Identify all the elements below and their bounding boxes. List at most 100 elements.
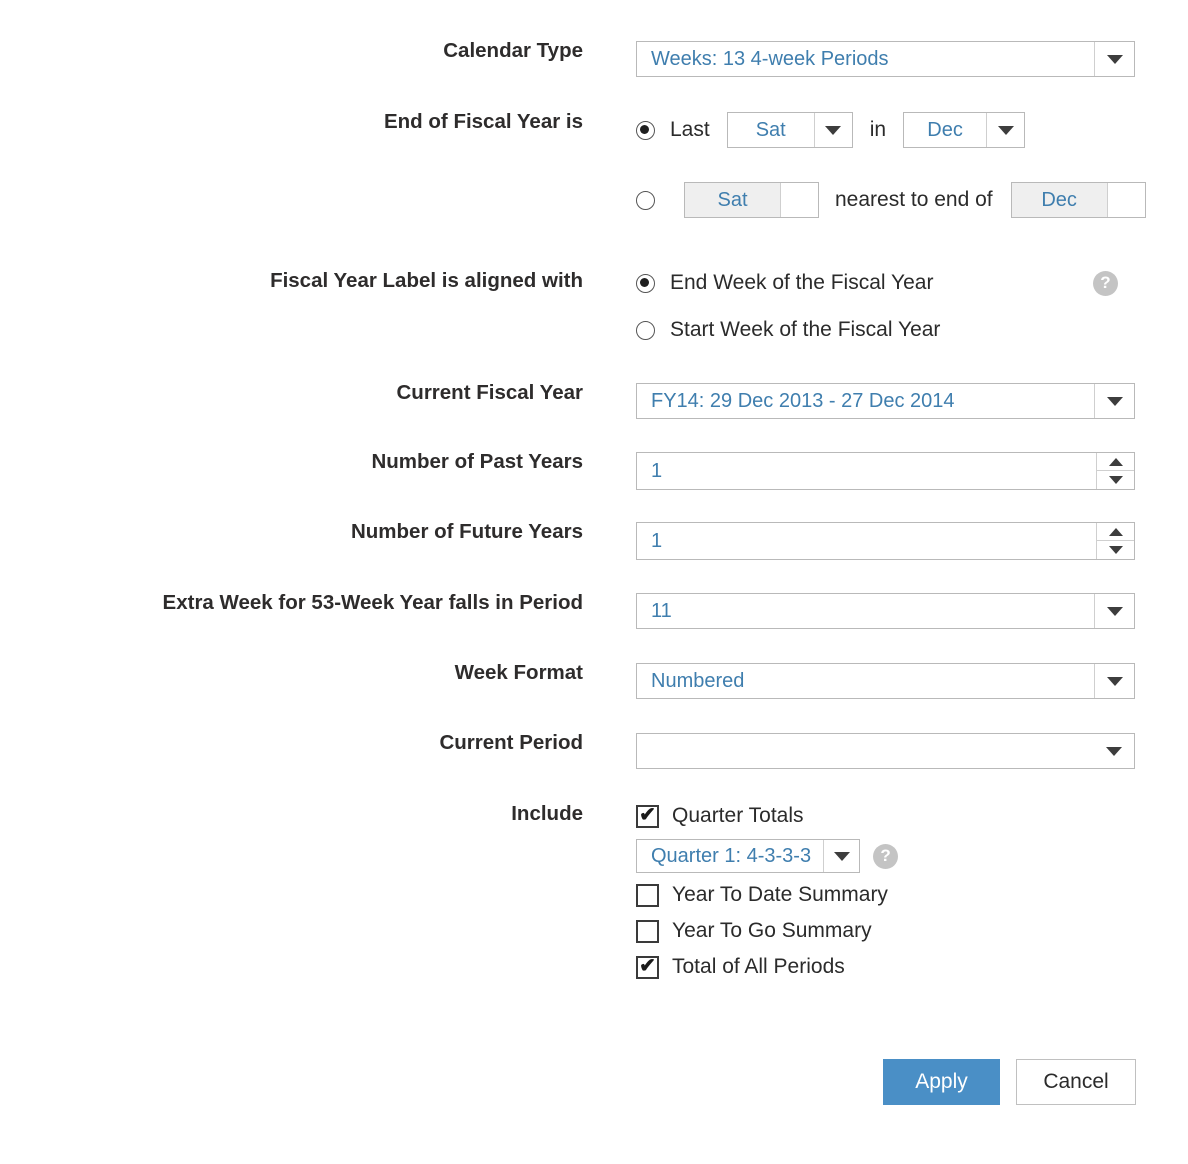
future-years-stepper-buttons[interactable] xyxy=(1096,523,1134,559)
field-week-format: Numbered xyxy=(583,663,1188,699)
field-calendar-type: Weeks: 13 4-week Periods xyxy=(583,41,1188,77)
chevron-down-icon-disabled xyxy=(1106,183,1145,217)
row-calendar-type: Calendar Type Weeks: 13 4-week Periods xyxy=(0,39,1188,77)
calendar-type-select[interactable]: Weeks: 13 4-week Periods xyxy=(636,41,1135,77)
extra-week-value: 11 xyxy=(651,599,672,622)
label-year-to-date: Year To Date Summary xyxy=(672,883,888,906)
chevron-down-icon[interactable] xyxy=(1094,594,1134,628)
label-quarter-totals: Quarter Totals xyxy=(672,804,804,827)
quarter-pattern-value: Quarter 1: 4-3-3-3 xyxy=(651,844,812,867)
cancel-button[interactable]: Cancel xyxy=(1016,1059,1136,1105)
check-tick-icon: ✔ xyxy=(639,804,656,826)
row-include: Include ✔ Quarter Totals Quarter 1: 4-3-… xyxy=(0,802,1188,979)
include-quarter-totals-row: ✔ Quarter Totals xyxy=(636,804,1188,828)
row-end-of-fiscal-year-nearest: Sat nearest to end of Dec xyxy=(636,182,1146,218)
help-icon-quarter-pattern[interactable]: ? xyxy=(873,843,899,869)
eofy-last-weekday-select[interactable]: Sat xyxy=(726,112,853,148)
include-total-all-periods-row: ✔ Total of All Periods xyxy=(636,955,1188,979)
checkbox-quarter-totals[interactable]: ✔ xyxy=(636,804,659,828)
checkbox-year-to-go[interactable] xyxy=(636,919,659,943)
chevron-down-icon-disabled xyxy=(780,183,818,217)
label-extra-week: Extra Week for 53-Week Year falls in Per… xyxy=(162,591,583,614)
label-end-of-fiscal-year: End of Fiscal Year is xyxy=(383,110,583,133)
include-year-to-go-row: Year To Go Summary xyxy=(636,919,1188,943)
radio-fy-start-week-label: Start Week of the Fiscal Year xyxy=(670,318,941,341)
chevron-down-icon[interactable] xyxy=(1094,664,1134,698)
eofy-last-weekday-value: Sat xyxy=(755,118,786,141)
row-end-of-fiscal-year: End of Fiscal Year is Last Sat in Dec xyxy=(0,110,1188,148)
eofy-nearest-month-value: Dec xyxy=(1011,183,1107,217)
chevron-down-icon[interactable] xyxy=(813,113,852,147)
current-fiscal-year-select[interactable]: FY14: 29 Dec 2013 - 27 Dec 2014 xyxy=(636,383,1135,419)
calendar-type-value: Weeks: 13 4-week Periods xyxy=(651,47,889,70)
stepper-up-icon[interactable] xyxy=(1097,523,1134,541)
label-current-fiscal-year: Current Fiscal Year xyxy=(396,381,584,404)
eofy-nearest-weekday-select[interactable]: Sat xyxy=(684,182,819,218)
field-extra-week: 11 xyxy=(583,593,1188,629)
row-week-format: Week Format Numbered xyxy=(0,661,1188,699)
radio-fy-end-week[interactable] xyxy=(636,273,655,293)
row-number-of-past-years: Number of Past Years 1 xyxy=(0,450,1188,490)
radio-eofy-nearest[interactable] xyxy=(636,190,655,210)
label-number-of-past-years: Number of Past Years xyxy=(371,450,583,473)
current-period-value xyxy=(637,734,1094,768)
stepper-up-icon[interactable] xyxy=(1097,453,1134,471)
week-format-value: Numbered xyxy=(651,669,745,692)
chevron-down-icon[interactable] xyxy=(1094,734,1134,768)
label-calendar-type: Calendar Type xyxy=(443,39,583,62)
stepper-down-icon[interactable] xyxy=(1097,471,1134,489)
include-quarter-pattern-row: Quarter 1: 4-3-3-3 ? xyxy=(636,839,1188,873)
help-icon-fiscal-year-label[interactable]: ? xyxy=(1093,270,1118,296)
future-years-value[interactable]: 1 xyxy=(637,523,1096,559)
current-period-select[interactable] xyxy=(636,733,1135,769)
row-extra-week: Extra Week for 53-Week Year falls in Per… xyxy=(0,591,1188,629)
checkbox-total-all-periods[interactable]: ✔ xyxy=(636,955,659,979)
eofy-nearest-middle-text: nearest to end of xyxy=(835,188,993,211)
radio-fy-start-week[interactable] xyxy=(636,320,655,340)
field-fiscal-year-label: End Week of the Fiscal Year ? xyxy=(583,270,1188,296)
eofy-nearest-month-select[interactable]: Dec xyxy=(1010,182,1146,218)
label-total-all-periods: Total of All Periods xyxy=(672,955,845,978)
eofy-last-month-select[interactable]: Dec xyxy=(903,112,1026,148)
row-fiscal-year-label-start: Start Week of the Fiscal Year xyxy=(636,318,940,342)
field-end-of-fiscal-year-last: Last Sat in Dec xyxy=(583,112,1188,148)
radio-eofy-last[interactable] xyxy=(636,120,655,140)
field-number-of-past-years: 1 xyxy=(583,452,1188,490)
apply-button[interactable]: Apply xyxy=(883,1059,1000,1105)
field-current-fiscal-year: FY14: 29 Dec 2013 - 27 Dec 2014 xyxy=(583,383,1188,419)
chevron-down-icon[interactable] xyxy=(986,113,1024,147)
eofy-last-joiner: in xyxy=(869,118,887,141)
label-include: Include xyxy=(511,802,583,825)
label-current-period: Current Period xyxy=(439,731,583,754)
chevron-down-icon[interactable] xyxy=(823,840,859,872)
label-fiscal-year-label: Fiscal Year Label is aligned with xyxy=(270,269,583,292)
row-fiscal-year-label: Fiscal Year Label is aligned with End We… xyxy=(0,269,1188,296)
eofy-last-prefix: Last xyxy=(670,118,710,141)
field-number-of-future-years: 1 xyxy=(583,522,1188,560)
field-include: ✔ Quarter Totals Quarter 1: 4-3-3-3 ? Ye… xyxy=(583,804,1188,979)
row-current-fiscal-year: Current Fiscal Year FY14: 29 Dec 2013 - … xyxy=(0,381,1188,419)
chevron-down-icon[interactable] xyxy=(1094,384,1134,418)
chevron-down-icon[interactable] xyxy=(1094,42,1134,76)
past-years-stepper[interactable]: 1 xyxy=(636,452,1135,490)
row-current-period: Current Period xyxy=(0,731,1188,769)
radio-fy-end-week-label: End Week of the Fiscal Year xyxy=(670,271,934,294)
week-format-select[interactable]: Numbered xyxy=(636,663,1135,699)
include-year-to-date-row: Year To Date Summary xyxy=(636,883,1188,907)
checkbox-year-to-date[interactable] xyxy=(636,883,659,907)
label-week-format: Week Format xyxy=(454,661,583,684)
label-year-to-go: Year To Go Summary xyxy=(672,919,872,942)
row-number-of-future-years: Number of Future Years 1 xyxy=(0,520,1188,560)
stepper-down-icon[interactable] xyxy=(1097,541,1134,559)
label-number-of-future-years: Number of Future Years xyxy=(350,520,583,543)
current-fiscal-year-value: FY14: 29 Dec 2013 - 27 Dec 2014 xyxy=(651,389,955,412)
eofy-nearest-weekday-value: Sat xyxy=(685,183,780,217)
past-years-value[interactable]: 1 xyxy=(637,453,1096,489)
field-current-period xyxy=(583,733,1188,769)
quarter-pattern-select[interactable]: Quarter 1: 4-3-3-3 xyxy=(636,839,861,873)
future-years-stepper[interactable]: 1 xyxy=(636,522,1135,560)
form-actions: Apply Cancel xyxy=(0,1059,1188,1105)
extra-week-select[interactable]: 11 xyxy=(636,593,1135,629)
check-tick-icon: ✔ xyxy=(639,955,656,977)
past-years-stepper-buttons[interactable] xyxy=(1096,453,1134,489)
